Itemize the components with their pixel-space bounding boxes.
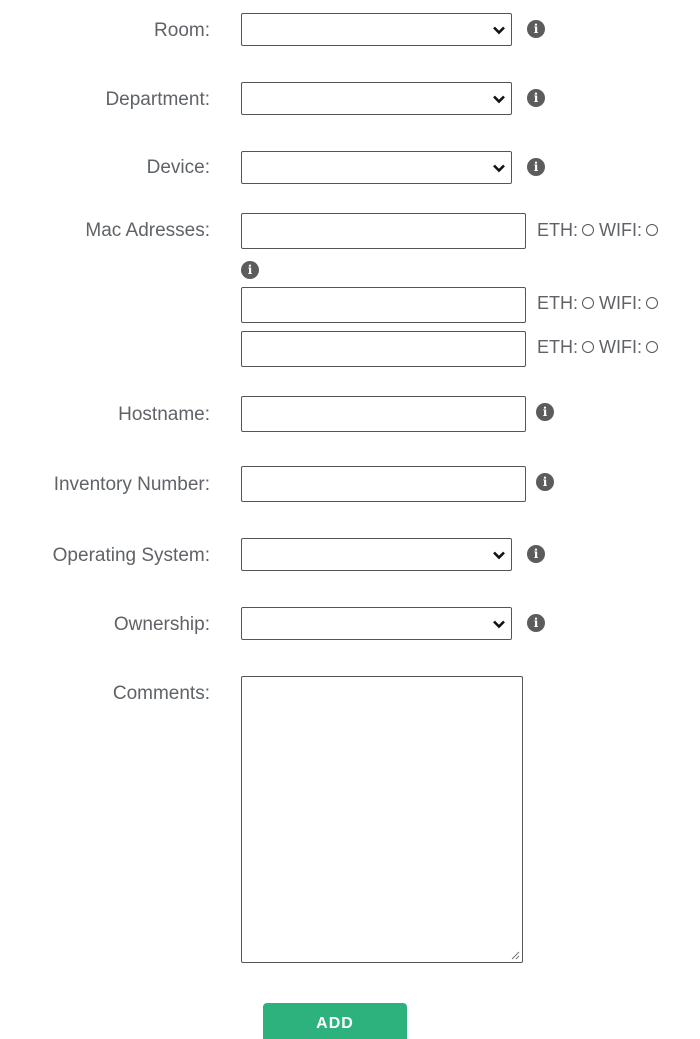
room-label: Room: [154, 20, 210, 41]
chevron-down-icon [493, 620, 505, 629]
resize-grip-icon[interactable] [510, 950, 520, 960]
comments-label: Comments: [112, 683, 210, 704]
wifi-label: WIFI: [599, 293, 643, 313]
wifi-radio[interactable] [646, 297, 659, 309]
hostname-info-icon[interactable]: i [536, 403, 554, 421]
mac-type-options-3: ETH: WIFI: [537, 337, 663, 357]
inventory-number-label: Inventory Number: [53, 474, 210, 495]
operating-system-label: Operating System: [52, 545, 210, 566]
hostname-input[interactable] [241, 396, 526, 432]
eth-label: ETH: [537, 293, 579, 313]
mac-addresses-label: Mac Adresses: [85, 220, 210, 241]
eth-label: ETH: [537, 337, 579, 357]
mac-address-input-2[interactable] [241, 287, 526, 323]
wifi-label: WIFI: [599, 220, 643, 240]
eth-radio[interactable] [582, 341, 595, 353]
department-label: Department: [105, 89, 210, 110]
room-select[interactable] [241, 13, 512, 46]
chevron-down-icon [493, 95, 505, 104]
device-info-icon[interactable]: i [527, 158, 545, 176]
eth-radio[interactable] [582, 297, 595, 309]
ownership-label: Ownership: [113, 614, 210, 635]
mac-type-options-2: ETH: WIFI: [537, 293, 663, 313]
eth-radio[interactable] [582, 224, 595, 236]
os-info-icon[interactable]: i [527, 545, 545, 563]
mac-address-input-3[interactable] [241, 331, 526, 367]
wifi-label: WIFI: [599, 337, 643, 357]
chevron-down-icon [493, 164, 505, 173]
chevron-down-icon [493, 551, 505, 560]
room-info-icon[interactable]: i [527, 20, 545, 38]
device-form: Room: i Department: i Device: i Mac Adre… [0, 0, 700, 1039]
eth-label: ETH: [537, 220, 579, 240]
hostname-label: Hostname: [118, 404, 210, 425]
department-select[interactable] [241, 82, 512, 115]
chevron-down-icon [493, 26, 505, 35]
mac-type-options-1: ETH: WIFI: [537, 220, 663, 240]
device-select[interactable] [241, 151, 512, 184]
inventory-number-input[interactable] [241, 466, 526, 502]
wifi-radio[interactable] [646, 341, 659, 353]
comments-textarea[interactable] [241, 676, 523, 963]
add-button[interactable]: ADD [263, 1003, 407, 1039]
ownership-info-icon[interactable]: i [527, 614, 545, 632]
ownership-select[interactable] [241, 607, 512, 640]
mac-info-icon[interactable]: i [241, 261, 259, 279]
device-label: Device: [146, 157, 210, 178]
wifi-radio[interactable] [646, 224, 659, 236]
mac-address-input-1[interactable] [241, 213, 526, 249]
department-info-icon[interactable]: i [527, 89, 545, 107]
operating-system-select[interactable] [241, 538, 512, 571]
inventory-info-icon[interactable]: i [536, 473, 554, 491]
